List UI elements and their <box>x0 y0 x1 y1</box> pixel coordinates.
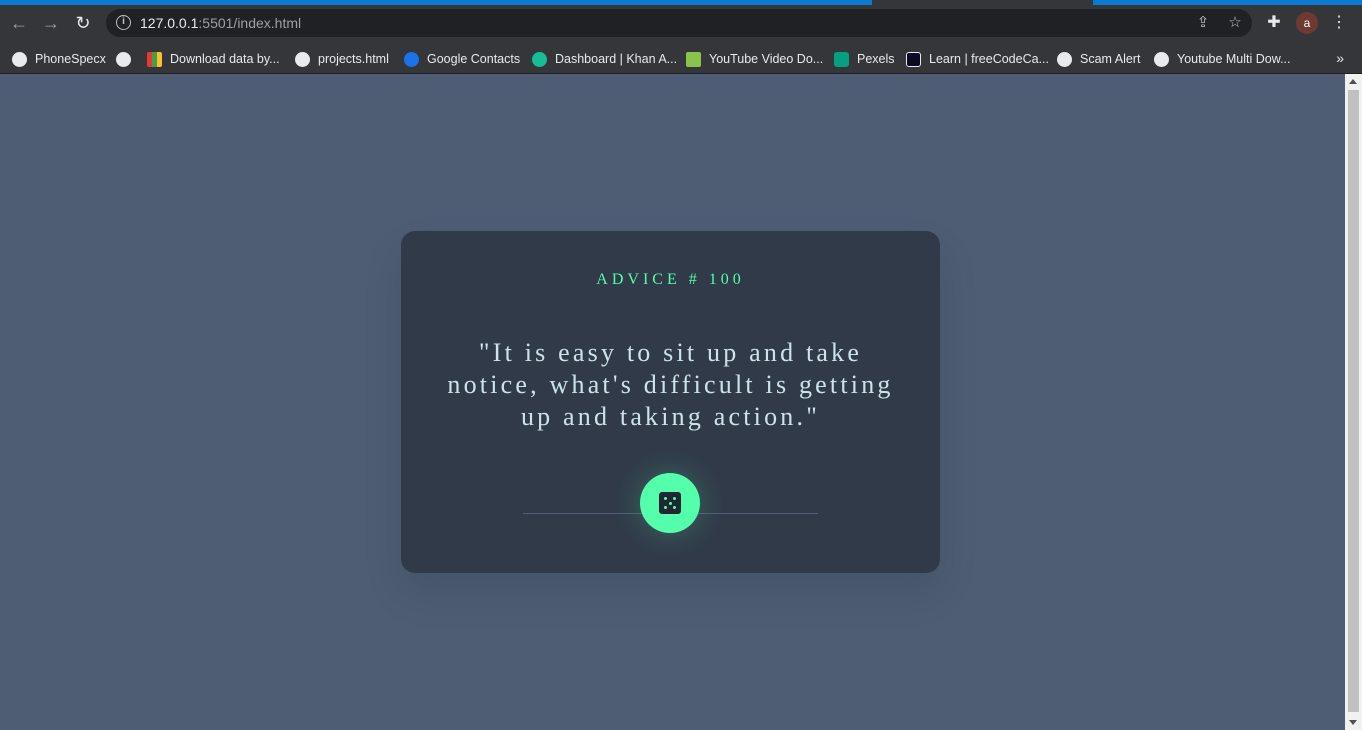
arrow-right-icon: → <box>42 13 60 33</box>
dice-pip <box>668 501 672 505</box>
khan-academy-icon <box>532 51 547 67</box>
active-tab-indicator <box>0 0 872 5</box>
bookmark-label: Pexels <box>857 52 895 66</box>
bookmark-download-data[interactable]: Download data by... <box>147 44 280 74</box>
more-bookmarks-button[interactable]: » <box>1336 50 1344 66</box>
dice-pip <box>673 497 676 500</box>
extensions-puzzle-icon[interactable]: ✚ <box>1263 12 1285 34</box>
bookmark-youtube-video-downloader[interactable]: YouTube Video Do... <box>686 44 823 74</box>
bookmark-label: YouTube Video Do... <box>709 52 824 66</box>
bookmark-youtube-multi-downloader[interactable]: Youtube Multi Dow... <box>1154 44 1291 74</box>
forward-button[interactable]: → <box>40 12 62 34</box>
vertical-scrollbar[interactable] <box>1345 74 1362 730</box>
scrollbar-thumb[interactable] <box>1348 90 1359 712</box>
bookmark-projects[interactable]: projects.html <box>295 44 389 74</box>
dice-pip <box>664 497 667 500</box>
grid-favicon-icon <box>147 51 162 67</box>
generate-advice-button[interactable] <box>640 473 700 533</box>
reload-icon: ↻ <box>75 13 91 33</box>
scroll-up-arrow-icon[interactable] <box>1349 79 1357 84</box>
globe-icon <box>116 51 131 67</box>
bookmark-google-contacts[interactable]: Google Contacts <box>404 44 520 74</box>
bookmark-label: Learn | freeCodeCa... <box>929 52 1049 66</box>
bookmark-label: Download data by... <box>170 52 280 66</box>
bookmark-label: PhoneSpecx <box>35 52 106 66</box>
bookmark-label: Youtube Multi Dow... <box>1177 52 1291 66</box>
divider-right-line <box>696 513 818 514</box>
address-bar[interactable]: i 127.0.0.1:5501/index.html ⇪ ☆ <box>106 9 1252 37</box>
bookmark-label: Google Contacts <box>427 52 521 66</box>
bookmarks-bar: PhoneSpecx Download data by... projects.… <box>0 44 1362 74</box>
contacts-icon <box>404 51 419 67</box>
star-icon[interactable]: ☆ <box>1226 14 1244 32</box>
dice-icon <box>659 492 681 514</box>
globe-icon <box>1154 51 1169 67</box>
bookmark-pexels[interactable]: Pexels <box>834 44 895 74</box>
bookmark-freecodecamp[interactable]: Learn | freeCodeCa... <box>906 44 1049 74</box>
advice-quote: "It is easy to sit up and take notice, w… <box>447 338 894 431</box>
browser-toolbar: ← → ↻ i 127.0.0.1:5501/index.html ⇪ ☆ ✚ … <box>0 0 1362 44</box>
dice-pip <box>664 506 667 509</box>
url-path: :5501/index.html <box>198 15 302 31</box>
page-viewport: ADVICE # 100 "It is easy to sit up and t… <box>0 74 1345 730</box>
advice-id: ADVICE # 100 <box>596 271 745 288</box>
bookmark-scam-alert[interactable]: Scam Alert <box>1057 44 1140 74</box>
profile-avatar[interactable]: a <box>1296 12 1318 34</box>
arrow-left-icon: ← <box>10 13 28 33</box>
bookmark-phonespecx[interactable]: PhoneSpecx <box>12 44 106 74</box>
dice-pip <box>673 506 676 509</box>
bookmark-label: Scam Alert <box>1080 52 1141 66</box>
url-host: 127.0.0.1 <box>140 15 199 31</box>
menu-kebab-icon[interactable]: ⋮ <box>1328 12 1350 34</box>
tab-indicator <box>1093 0 1362 5</box>
back-button[interactable]: ← <box>8 12 30 34</box>
bookmark-khan-academy[interactable]: Dashboard | Khan A... <box>532 44 677 74</box>
divider-left-line <box>523 513 645 514</box>
bookmark-globe[interactable] <box>116 44 131 74</box>
share-icon[interactable]: ⇪ <box>1194 14 1212 32</box>
scroll-down-arrow-icon[interactable] <box>1349 720 1357 725</box>
bookmark-label: projects.html <box>318 52 389 66</box>
pexels-icon <box>834 51 849 67</box>
url-text[interactable]: 127.0.0.1:5501/index.html <box>140 15 301 31</box>
reload-button[interactable]: ↻ <box>72 12 94 34</box>
globe-icon <box>12 51 27 67</box>
download-arrow-icon <box>686 51 701 67</box>
freecodecamp-icon <box>906 51 921 67</box>
site-info-icon[interactable]: i <box>116 15 131 30</box>
globe-icon <box>1057 51 1072 67</box>
globe-icon <box>295 51 310 67</box>
bookmark-label: Dashboard | Khan A... <box>555 52 678 66</box>
